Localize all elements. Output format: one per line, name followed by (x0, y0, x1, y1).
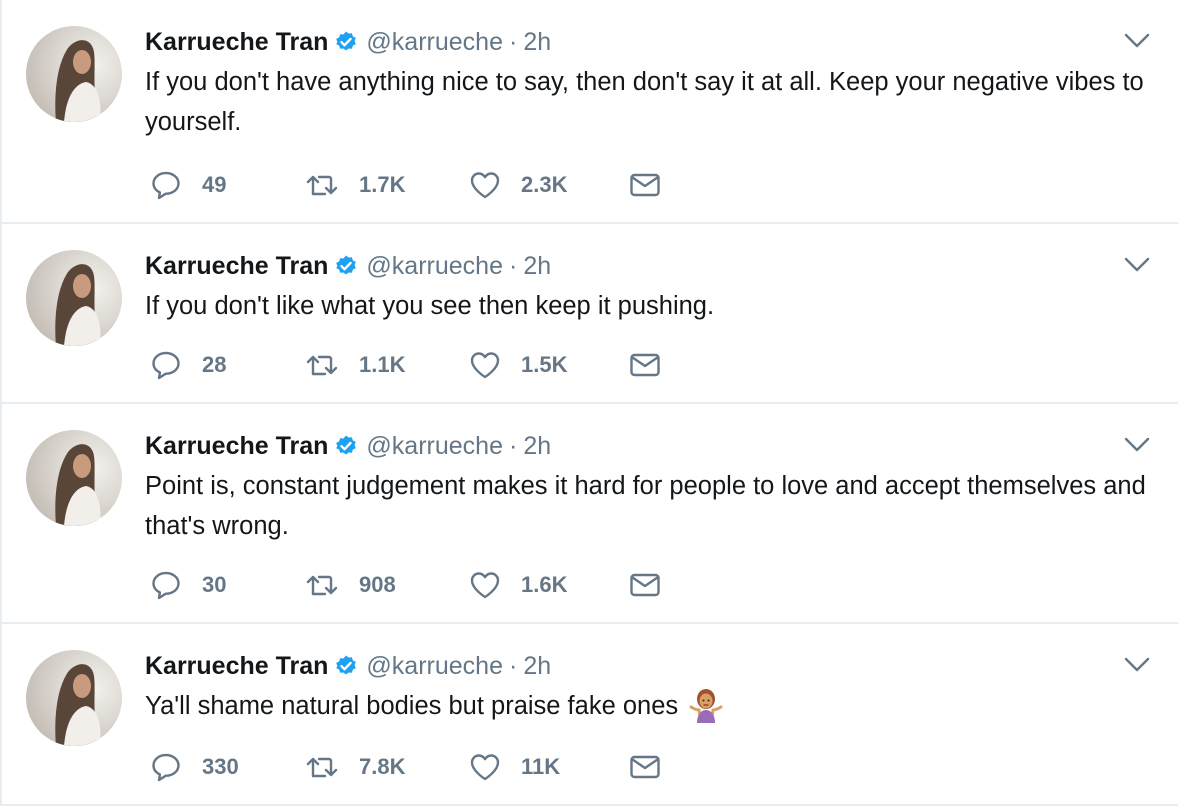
reply-count: 30 (202, 572, 227, 597)
direct-message-button[interactable] (629, 165, 661, 205)
retweet-icon (305, 754, 339, 780)
verified-badge-icon (334, 254, 358, 278)
retweet-button[interactable]: 1.7K (305, 165, 405, 205)
verified-badge-icon (334, 434, 358, 458)
reply-bubble-icon (150, 570, 182, 600)
person-shrugging-emoji (688, 687, 724, 725)
tweet-item[interactable]: Karrueche Tran @karrueche · 2h If you do… (2, 224, 1178, 404)
chevron-down-icon[interactable] (1124, 656, 1150, 674)
reply-bubble-icon (150, 752, 182, 782)
avatar[interactable] (26, 250, 122, 346)
tweet-header: Karrueche Tran @karrueche · 2h (145, 248, 1178, 284)
reply-button[interactable]: 28 (150, 345, 226, 385)
tweet-item[interactable]: Karrueche Tran @karrueche · 2h Ya'll sha… (2, 624, 1178, 806)
reply-count: 330 (202, 754, 239, 779)
like-button[interactable]: 1.5K (469, 345, 567, 385)
tweet-text: If you don't have anything nice to say, … (145, 68, 1151, 136)
author-name[interactable]: Karrueche Tran (145, 652, 328, 681)
reply-button[interactable]: 30 (150, 565, 226, 605)
tweet-text: Point is, constant judgement makes it ha… (145, 472, 1153, 540)
tweet-timestamp[interactable]: 2h (523, 432, 551, 461)
tweet-timestamp[interactable]: 2h (523, 28, 551, 57)
direct-message-button[interactable] (629, 565, 661, 605)
retweet-count: 908 (359, 572, 396, 597)
reply-button[interactable]: 330 (150, 747, 239, 787)
retweet-count: 1.1K (359, 352, 406, 377)
retweet-button[interactable]: 1.1K (305, 345, 405, 385)
tweet-text: If you don't like what you see then keep… (145, 292, 715, 320)
envelope-icon (629, 753, 661, 781)
tweet-timestamp[interactable]: 2h (523, 652, 551, 681)
envelope-icon (629, 171, 661, 199)
tweet-item[interactable]: Karrueche Tran @karrueche · 2h Point is,… (2, 404, 1178, 624)
tweet-item[interactable]: Karrueche Tran @karrueche · 2h If you do… (2, 0, 1178, 224)
reply-bubble-icon (150, 170, 182, 200)
reply-bubble-icon (150, 350, 182, 380)
reply-button[interactable]: 49 (150, 165, 226, 205)
heart-icon (469, 170, 501, 200)
author-handle[interactable]: @karrueche (366, 432, 503, 461)
direct-message-button[interactable] (629, 747, 661, 787)
author-handle[interactable]: @karrueche (366, 28, 503, 57)
tweet-text-content: Ya'll shame natural bodies but praise fa… (145, 692, 679, 720)
like-count: 11K (521, 754, 561, 779)
heart-icon (469, 752, 501, 782)
avatar[interactable] (26, 650, 122, 746)
retweet-button[interactable]: 7.8K (305, 747, 405, 787)
header-separator: · (508, 27, 518, 56)
retweet-icon (305, 572, 339, 598)
author-handle[interactable]: @karrueche (366, 652, 503, 681)
tweet-timeline: Karrueche Tran @karrueche · 2h If you do… (0, 0, 1178, 806)
like-count: 1.6K (521, 572, 568, 597)
envelope-icon (629, 351, 661, 379)
author-name[interactable]: Karrueche Tran (145, 28, 328, 57)
direct-message-button[interactable] (629, 345, 661, 385)
header-separator: · (508, 651, 518, 680)
header-separator: · (508, 251, 518, 280)
like-button[interactable]: 11K (469, 747, 560, 787)
verified-badge-icon (334, 654, 358, 678)
retweet-icon (305, 352, 339, 378)
chevron-down-icon[interactable] (1124, 32, 1150, 50)
like-button[interactable]: 1.6K (469, 565, 567, 605)
avatar[interactable] (26, 430, 122, 526)
author-handle[interactable]: @karrueche (366, 252, 503, 281)
tweet-header: Karrueche Tran @karrueche · 2h (145, 428, 1178, 464)
author-name[interactable]: Karrueche Tran (145, 432, 328, 461)
like-button[interactable]: 2.3K (469, 165, 567, 205)
chevron-down-icon[interactable] (1124, 436, 1150, 454)
reply-count: 49 (202, 172, 227, 197)
chevron-down-icon[interactable] (1124, 256, 1150, 274)
heart-icon (469, 350, 501, 380)
tweet-header: Karrueche Tran @karrueche · 2h (145, 24, 1178, 60)
tweet-timestamp[interactable]: 2h (523, 252, 551, 281)
retweet-count: 7.8K (359, 754, 406, 779)
retweet-icon (305, 172, 339, 198)
verified-badge-icon (334, 30, 358, 54)
retweet-count: 1.7K (359, 172, 406, 197)
tweet-header: Karrueche Tran @karrueche · 2h (145, 648, 1178, 684)
avatar[interactable] (26, 26, 122, 122)
retweet-button[interactable]: 908 (305, 565, 396, 605)
header-separator: · (508, 431, 518, 460)
like-count: 1.5K (521, 352, 568, 377)
tweet-text: Ya'll shame natural bodies but praise fa… (145, 686, 1160, 726)
envelope-icon (629, 571, 661, 599)
reply-count: 28 (202, 352, 227, 377)
heart-icon (469, 570, 501, 600)
like-count: 2.3K (521, 172, 568, 197)
author-name[interactable]: Karrueche Tran (145, 252, 328, 281)
